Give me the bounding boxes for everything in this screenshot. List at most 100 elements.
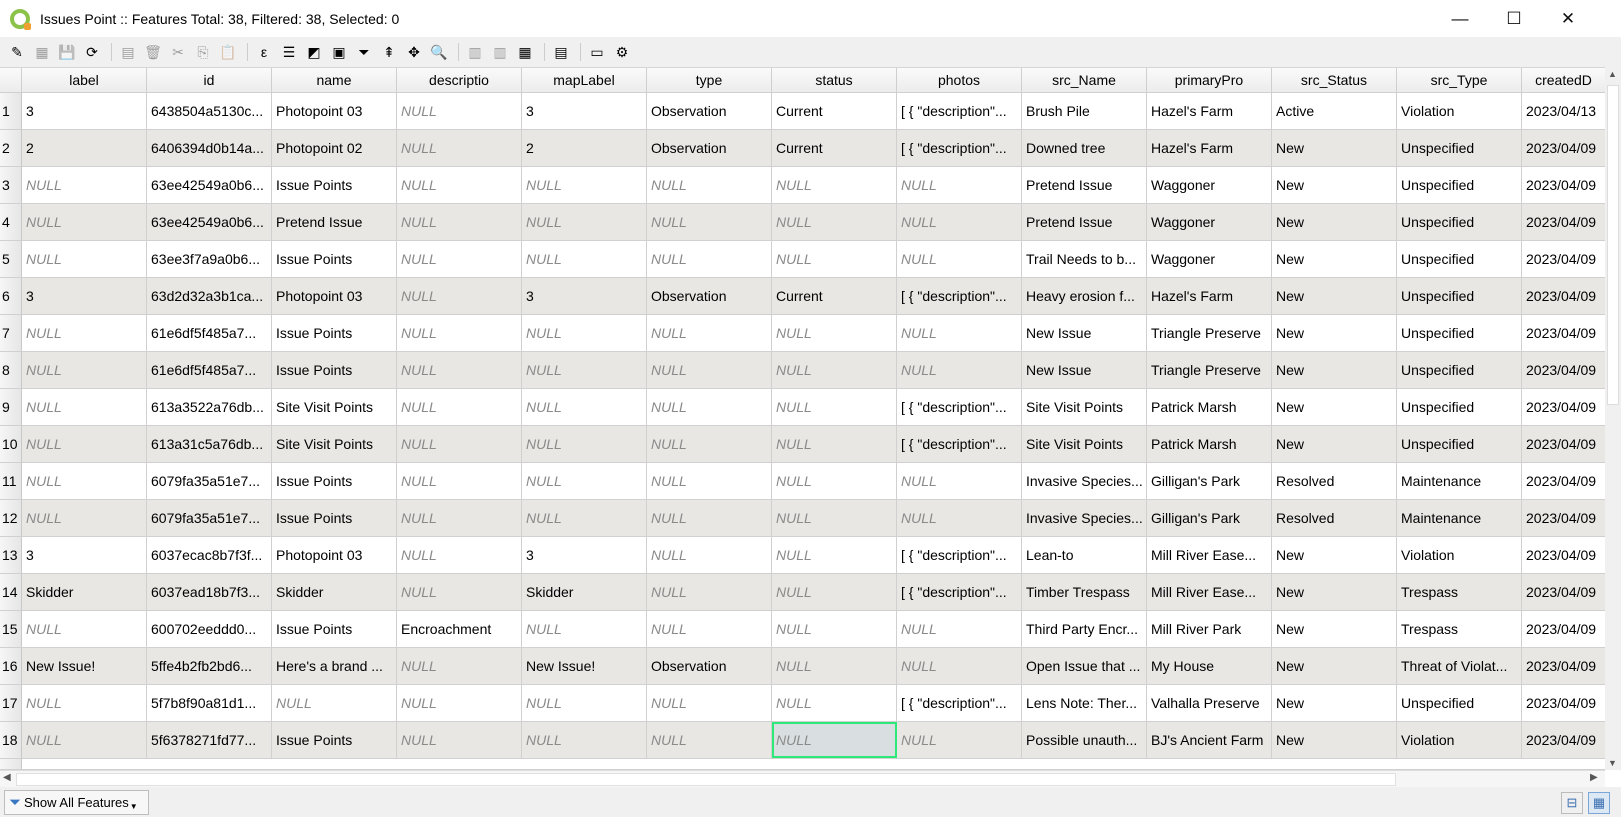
table-row[interactable]: 16 New Issue! 5ffe4b2fb2bd6... Here's a bra… bbox=[0, 648, 1605, 685]
cell-photos[interactable]: NULL bbox=[897, 611, 1022, 647]
row-number[interactable]: 8 bbox=[0, 352, 22, 388]
cell-photos[interactable]: NULL bbox=[897, 315, 1022, 351]
table-row[interactable]: 3 NULL 63ee42549a0b6... Issue Points NULL NUL… bbox=[0, 167, 1605, 204]
cell-createdD[interactable]: 2023/04/09 bbox=[1522, 130, 1605, 166]
cell-src_Status[interactable]: New bbox=[1272, 648, 1397, 684]
cell-photos[interactable]: [ { "description"... bbox=[897, 537, 1022, 573]
cell-createdD[interactable]: 2023/04/09 bbox=[1522, 722, 1605, 758]
pan-to-selection-icon[interactable]: ✥ bbox=[403, 41, 425, 63]
cell-primaryPro[interactable]: Triangle Preserve bbox=[1147, 352, 1272, 388]
cell-mapLabel[interactable]: 3 bbox=[522, 537, 647, 573]
cell-photos[interactable]: [ { "description"... bbox=[897, 426, 1022, 462]
cell-label[interactable]: NULL bbox=[22, 167, 147, 203]
vertical-scrollbar[interactable]: ▲ ▼ bbox=[1605, 67, 1621, 770]
row-number[interactable]: 15 bbox=[0, 611, 22, 647]
scroll-left-icon[interactable]: ◀ bbox=[3, 772, 11, 783]
row-number[interactable]: 2 bbox=[0, 130, 22, 166]
cell-src_Name[interactable]: New Issue bbox=[1022, 352, 1147, 388]
column-header-label[interactable]: label bbox=[22, 68, 147, 92]
cell-id[interactable]: 63d2d32a3b1ca... bbox=[147, 278, 272, 314]
cell-primaryPro[interactable]: Hazel's Farm bbox=[1147, 130, 1272, 166]
cell-primaryPro[interactable]: Triangle Preserve bbox=[1147, 315, 1272, 351]
row-number[interactable]: 10 bbox=[0, 426, 22, 462]
cell-src_Type[interactable]: Unspecified bbox=[1397, 685, 1522, 721]
cell-status[interactable]: Current bbox=[772, 93, 897, 129]
row-number[interactable]: 1 bbox=[0, 93, 22, 129]
cell-primaryPro[interactable]: Hazel's Farm bbox=[1147, 93, 1272, 129]
cell-label[interactable]: New Issue! bbox=[22, 648, 147, 684]
table-row[interactable]: 8 NULL 61e6df5f485a7... Issue Points NULL NUL… bbox=[0, 352, 1605, 389]
corner-header[interactable] bbox=[0, 68, 22, 92]
row-number[interactable]: 3 bbox=[0, 167, 22, 203]
paste-icon[interactable]: 📋 bbox=[217, 41, 239, 63]
cell-src_Type[interactable]: Unspecified bbox=[1397, 241, 1522, 277]
table-row[interactable]: 15 NULL 600702eeddd0... Issue Points Encroac… bbox=[0, 611, 1605, 648]
cell-primaryPro[interactable]: My House bbox=[1147, 648, 1272, 684]
cell-id[interactable]: 6037ead18b7f3... bbox=[147, 574, 272, 610]
row-number[interactable]: 17 bbox=[0, 685, 22, 721]
cell-primaryPro[interactable]: Gilligan's Park bbox=[1147, 500, 1272, 536]
cell-mapLabel[interactable]: 3 bbox=[522, 278, 647, 314]
cell-id[interactable]: 6438504a5130c... bbox=[147, 93, 272, 129]
horizontal-scroll-thumb[interactable] bbox=[16, 773, 1396, 786]
table-row[interactable]: 18 NULL 5f6378271fd77... Issue Points NULL NU… bbox=[0, 722, 1605, 759]
cell-photos[interactable]: [ { "description"... bbox=[897, 389, 1022, 425]
select-all-icon[interactable]: ☰ bbox=[278, 41, 300, 63]
cell-descriptio[interactable]: NULL bbox=[397, 315, 522, 351]
cell-descriptio[interactable]: NULL bbox=[397, 93, 522, 129]
cell-status[interactable]: NULL bbox=[772, 241, 897, 277]
cell-status[interactable]: NULL bbox=[772, 204, 897, 240]
cell-status[interactable]: Current bbox=[772, 278, 897, 314]
minimize-button[interactable]: — bbox=[1437, 0, 1483, 37]
cell-label[interactable]: NULL bbox=[22, 352, 147, 388]
cell-src_Name[interactable]: Lens Note: Ther... bbox=[1022, 685, 1147, 721]
scroll-up-icon[interactable]: ▲ bbox=[1608, 69, 1617, 79]
column-header-src_Type[interactable]: src_Type bbox=[1397, 68, 1522, 92]
cell-name[interactable]: Photopoint 03 bbox=[272, 537, 397, 573]
actions-icon[interactable]: ⚙ bbox=[611, 41, 633, 63]
cell-type[interactable]: Observation bbox=[647, 93, 772, 129]
cell-label[interactable]: 3 bbox=[22, 93, 147, 129]
cell-createdD[interactable]: 2023/04/13 bbox=[1522, 93, 1605, 129]
cell-primaryPro[interactable]: Waggoner bbox=[1147, 204, 1272, 240]
cell-status[interactable]: NULL bbox=[772, 463, 897, 499]
row-number[interactable]: 4 bbox=[0, 204, 22, 240]
cell-descriptio[interactable]: NULL bbox=[397, 426, 522, 462]
cell-mapLabel[interactable]: NULL bbox=[522, 167, 647, 203]
save-icon[interactable]: 💾 bbox=[56, 41, 78, 63]
table-row[interactable]: 12 NULL 6079fa35a51e7... Issue Points NULL NU… bbox=[0, 500, 1605, 537]
cell-type[interactable]: NULL bbox=[647, 167, 772, 203]
cell-src_Status[interactable]: New bbox=[1272, 130, 1397, 166]
cell-descriptio[interactable]: NULL bbox=[397, 500, 522, 536]
cell-type[interactable]: NULL bbox=[647, 685, 772, 721]
cell-photos[interactable]: [ { "description"... bbox=[897, 93, 1022, 129]
cell-id[interactable]: 613a31c5a76db... bbox=[147, 426, 272, 462]
cell-id[interactable]: 61e6df5f485a7... bbox=[147, 352, 272, 388]
cell-name[interactable]: NULL bbox=[272, 685, 397, 721]
row-number[interactable]: 7 bbox=[0, 315, 22, 351]
scroll-right-icon[interactable]: ▶ bbox=[1590, 772, 1598, 783]
cell-descriptio[interactable]: NULL bbox=[397, 389, 522, 425]
cell-src_Type[interactable]: Unspecified bbox=[1397, 130, 1522, 166]
cell-status[interactable]: NULL bbox=[772, 426, 897, 462]
cell-type[interactable]: NULL bbox=[647, 426, 772, 462]
cell-src_Name[interactable]: Timber Trespass bbox=[1022, 574, 1147, 610]
column-header-mapLabel[interactable]: mapLabel bbox=[522, 68, 647, 92]
cell-src_Name[interactable]: Brush Pile bbox=[1022, 93, 1147, 129]
cell-status[interactable]: NULL bbox=[772, 167, 897, 203]
table-row[interactable]: 4 NULL 63ee42549a0b6... Pretend Issue NULL NU… bbox=[0, 204, 1605, 241]
scroll-down-icon[interactable]: ▼ bbox=[1608, 758, 1617, 768]
cell-createdD[interactable]: 2023/04/09 bbox=[1522, 167, 1605, 203]
cell-src_Type[interactable]: Trespass bbox=[1397, 611, 1522, 647]
cell-type[interactable]: NULL bbox=[647, 352, 772, 388]
row-number[interactable]: 12 bbox=[0, 500, 22, 536]
cell-src_Name[interactable]: Lean-to bbox=[1022, 537, 1147, 573]
cell-mapLabel[interactable]: NULL bbox=[522, 426, 647, 462]
column-header-type[interactable]: type bbox=[647, 68, 772, 92]
form-view-button[interactable]: ⊟ bbox=[1561, 792, 1583, 814]
cell-src_Type[interactable]: Unspecified bbox=[1397, 315, 1522, 351]
row-number[interactable]: 6 bbox=[0, 278, 22, 314]
cell-status[interactable]: NULL bbox=[772, 315, 897, 351]
cell-label[interactable]: NULL bbox=[22, 315, 147, 351]
cell-label[interactable]: NULL bbox=[22, 426, 147, 462]
